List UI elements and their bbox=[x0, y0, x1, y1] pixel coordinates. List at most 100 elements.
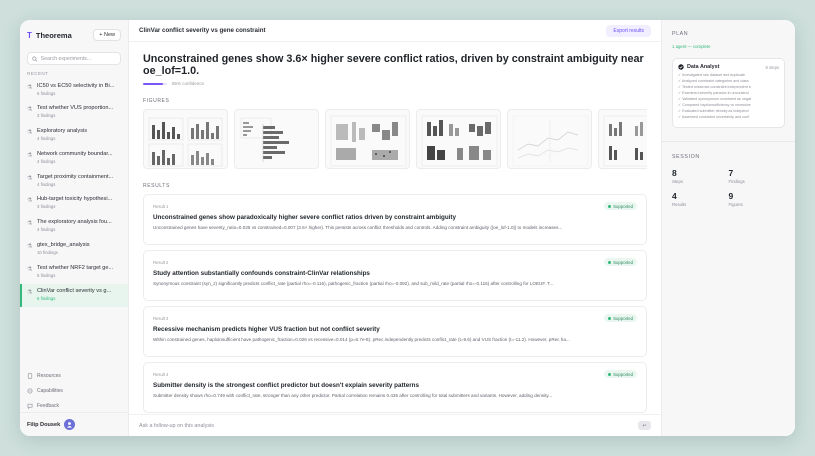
status-badge: Supported bbox=[604, 370, 637, 378]
stat-value: 8 bbox=[672, 168, 677, 178]
agent-step-list: ✓ Investigated raw dataset and duplicate… bbox=[678, 73, 779, 121]
stat-label: Figures bbox=[728, 202, 743, 207]
status-dot-icon bbox=[608, 316, 612, 320]
figure-thumbnail[interactable] bbox=[325, 109, 410, 169]
result-number: Result 2 bbox=[153, 259, 169, 265]
stat-label: Steps bbox=[672, 179, 683, 184]
sidebar-links: Resources Capabilities Feedback bbox=[20, 368, 128, 413]
stat-steps: 8 Steps bbox=[672, 168, 729, 184]
result-description: Synonymous constraint (syn_z) significan… bbox=[153, 281, 554, 286]
status-dot-icon bbox=[608, 204, 612, 208]
user-profile[interactable]: Filip Dousek bbox=[20, 412, 128, 436]
experiment-item-active[interactable]: ⚗ ClinVar conflict severity vs g... 6 find… bbox=[20, 284, 128, 307]
agent-name-row: Data Analyst bbox=[678, 64, 719, 70]
experiment-item[interactable]: ⚗ The exploratory analysis fou... 4 findin… bbox=[20, 216, 128, 239]
plan-status: 1 agent — complete bbox=[672, 44, 711, 49]
experiment-title: ClinVar conflict severity vs g... bbox=[37, 287, 112, 294]
user-icon bbox=[67, 422, 73, 428]
followup-input[interactable] bbox=[139, 422, 439, 429]
figure-thumbnail[interactable] bbox=[416, 109, 501, 169]
result-card[interactable]: Result 2 Supported Study attention substa… bbox=[143, 250, 647, 301]
experiment-findings: 4 findings bbox=[37, 227, 56, 233]
agent-steps: 8 steps bbox=[765, 64, 779, 70]
experiment-title: Test whether NRF2 target ge... bbox=[37, 264, 114, 271]
status-label: Supported bbox=[613, 371, 633, 377]
confidence-bar bbox=[143, 82, 167, 85]
send-button[interactable]: ↵ bbox=[638, 421, 651, 430]
confidence-text: 85% confidence bbox=[172, 81, 205, 86]
experiment-findings: 10 findings bbox=[37, 250, 58, 256]
experiment-title: The exploratory analysis fou... bbox=[37, 219, 112, 226]
result-card[interactable]: Result 1 Supported Unconstrained genes sh… bbox=[143, 194, 647, 245]
feedback-link[interactable]: Feedback bbox=[20, 398, 128, 413]
status-badge: Supported bbox=[604, 258, 637, 266]
experiment-findings: 4 findings bbox=[37, 136, 56, 142]
confidence-row: 85% confidence bbox=[143, 81, 647, 86]
figure-line-grid bbox=[512, 115, 589, 167]
result-card[interactable]: Result 4 Supported Submitter density is t… bbox=[143, 362, 647, 413]
figure-thumbnail[interactable] bbox=[598, 109, 647, 169]
figure-thumbnail[interactable] bbox=[507, 109, 592, 169]
experiment-findings: 3 findings bbox=[37, 204, 56, 210]
figures-strip bbox=[143, 109, 647, 169]
experiment-item[interactable]: ⚗ Hub-target toxicity hypothesi... 3 findi… bbox=[20, 193, 128, 216]
experiment-item[interactable]: ⚗ Target proximity containment... 4 findin… bbox=[20, 170, 128, 193]
stat-label: Results bbox=[672, 202, 687, 207]
sidebar-header: T Theorema + New bbox=[20, 20, 128, 50]
experiment-title: Test whether VUS proportion... bbox=[37, 105, 114, 112]
search-input[interactable] bbox=[40, 55, 116, 62]
avatar bbox=[64, 419, 76, 430]
stat-value: 4 bbox=[672, 191, 677, 201]
experiment-findings: 5 findings bbox=[37, 272, 56, 278]
stat-label: Findings bbox=[728, 179, 745, 184]
status-label: Supported bbox=[613, 315, 633, 321]
flask-icon: ⚗ bbox=[27, 175, 33, 182]
flask-icon: ⚗ bbox=[27, 266, 33, 273]
experiment-item[interactable]: ⚗ Test whether NRF2 target ge... 5 finding… bbox=[20, 261, 128, 284]
result-title: Unconstrained genes show paradoxically h… bbox=[153, 214, 457, 221]
search-box[interactable] bbox=[27, 52, 121, 65]
figure-thumbnail[interactable] bbox=[234, 109, 319, 169]
brand[interactable]: T Theorema bbox=[27, 31, 72, 40]
figure-thumbnail[interactable] bbox=[143, 109, 228, 169]
export-results-button[interactable]: Export results bbox=[606, 24, 651, 37]
result-title: Submitter density is the strongest confl… bbox=[153, 382, 420, 389]
check-circle-icon bbox=[678, 64, 684, 70]
experiment-title: Target proximity containment... bbox=[37, 173, 114, 180]
result-description: Submitter density shows rho=0.749 with c… bbox=[153, 393, 553, 398]
experiment-findings: 6 findings bbox=[37, 295, 56, 301]
status-badge: Supported bbox=[604, 202, 637, 210]
status-label: Supported bbox=[613, 203, 633, 209]
feedback-label: Feedback bbox=[37, 402, 59, 409]
experiment-item[interactable]: ⚗ IC50 vs EC50 selectivity in Bi... 5 find… bbox=[20, 79, 128, 102]
experiment-item[interactable]: ⚗ Test whether VUS proportion... 3 finding… bbox=[20, 102, 128, 125]
divider bbox=[662, 141, 795, 142]
agent-step: ✓ Assessed constraint uncertainty and co… bbox=[678, 115, 750, 119]
experiment-item[interactable]: ⚗ gtex_bridge_analysis 10 findings bbox=[20, 239, 128, 262]
experiment-findings: 4 findings bbox=[37, 158, 56, 164]
document-icon bbox=[27, 372, 33, 379]
experiment-list: ⚗ IC50 vs EC50 selectivity in Bi... 5 find… bbox=[20, 79, 128, 307]
agent-name: Data Analyst bbox=[687, 64, 720, 70]
experiment-title: ClinVar conflict severity vs gene constr… bbox=[139, 27, 266, 34]
experiment-title: Network community boundar... bbox=[37, 150, 113, 157]
flask-icon: ⚗ bbox=[27, 84, 33, 91]
figure-heatmap-panels bbox=[330, 115, 407, 167]
right-panel: PLAN 1 agent — complete Data Analyst 8 s… bbox=[661, 20, 795, 436]
session-label: SESSION bbox=[672, 154, 700, 160]
experiment-item[interactable]: ⚗ Network community boundar... 4 findings bbox=[20, 147, 128, 170]
capabilities-label: Capabilities bbox=[37, 387, 63, 394]
theorema-logo-icon: T bbox=[27, 30, 32, 40]
analysis-content: Unconstrained genes show 3.6× higher sev… bbox=[129, 42, 661, 413]
resources-link[interactable]: Resources bbox=[20, 368, 128, 383]
new-experiment-button[interactable]: + New bbox=[93, 29, 121, 41]
agent-card[interactable]: Data Analyst 8 steps ✓ Investigated raw … bbox=[672, 58, 785, 128]
experiment-item[interactable]: ⚗ Exploratory analysis 4 findings bbox=[20, 125, 128, 148]
experiment-title: Exploratory analysis bbox=[37, 128, 88, 135]
result-card[interactable]: Result 3 Supported Recessive mechanism pr… bbox=[143, 306, 647, 357]
result-number: Result 1 bbox=[153, 203, 169, 209]
figure-small-multiples bbox=[603, 115, 647, 167]
result-description: Unconstrained genes have severity_ratio=… bbox=[153, 225, 563, 230]
capabilities-link[interactable]: Capabilities bbox=[20, 383, 128, 398]
recent-label: RECENT bbox=[27, 71, 49, 76]
